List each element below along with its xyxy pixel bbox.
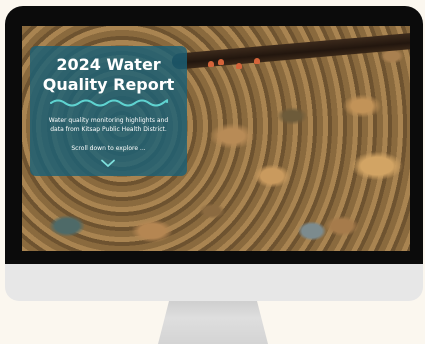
monitor-stand [158, 301, 268, 344]
hero-description-line-2: data from Kitsap Public Health District. [50, 126, 167, 133]
hero-description-line-1: Water quality monitoring highlights and [48, 117, 169, 124]
hero-description: Water quality monitoring highlights and … [36, 116, 181, 134]
scroll-prompt[interactable]: Scroll down to explore ... [30, 145, 187, 153]
mushroom-1 [208, 61, 214, 67]
mushroom-3 [236, 63, 242, 69]
mushroom-2 [218, 59, 224, 65]
monitor-bezel: 2024 Water Quality Report Water quality … [5, 6, 423, 264]
mushroom-4 [254, 58, 260, 64]
hero-title-line-2: Quality Report [42, 75, 175, 94]
hero-title-card: 2024 Water Quality Report Water quality … [30, 46, 187, 176]
hero-title-line-1: 2024 Water [56, 55, 161, 74]
monitor-chin [5, 264, 423, 301]
chevron-down-icon[interactable] [100, 159, 116, 168]
hero-title: 2024 Water Quality Report [30, 55, 187, 95]
hero-photo-streambed: 2024 Water Quality Report Water quality … [22, 26, 410, 251]
monitor-illustration: 2024 Water Quality Report Water quality … [5, 6, 423, 301]
wave-divider-icon [50, 99, 168, 107]
